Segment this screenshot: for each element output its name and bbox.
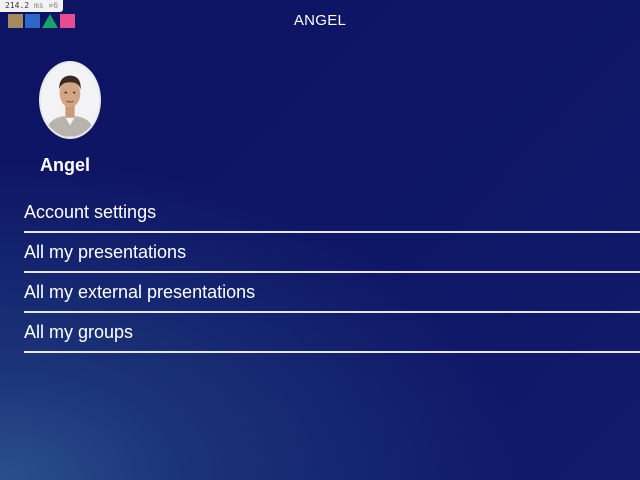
menu-item-label: All my groups <box>24 321 134 342</box>
account-menu: Account settings All my presentations Al… <box>24 193 640 353</box>
perf-value: 214.2 <box>5 1 30 10</box>
menu-item-label: All my external presentations <box>24 281 256 302</box>
avatar-photo <box>41 63 99 137</box>
avatar[interactable] <box>39 61 101 139</box>
menu-item-external-presentations[interactable]: All my external presentations <box>24 273 640 313</box>
menu-item-all-presentations[interactable]: All my presentations <box>24 233 640 273</box>
logo-block-2 <box>25 14 40 28</box>
menu-item-label: Account settings <box>24 201 157 222</box>
perf-overlay: 214.2 ms ×6 <box>0 0 64 12</box>
menu-item-account-settings[interactable]: Account settings <box>24 193 640 233</box>
menu-item-label: All my presentations <box>24 241 187 262</box>
perf-multiplier: ×6 <box>48 1 59 10</box>
logo-block-3 <box>42 14 58 28</box>
perf-unit: ms <box>33 1 44 10</box>
logo-block-4 <box>60 14 75 28</box>
logo-block-1 <box>8 14 23 28</box>
elan-logo-icon[interactable] <box>8 14 75 28</box>
page-title: ANGEL <box>293 12 347 29</box>
menu-item-groups[interactable]: All my groups <box>24 313 640 353</box>
user-name: Angel <box>40 155 91 175</box>
